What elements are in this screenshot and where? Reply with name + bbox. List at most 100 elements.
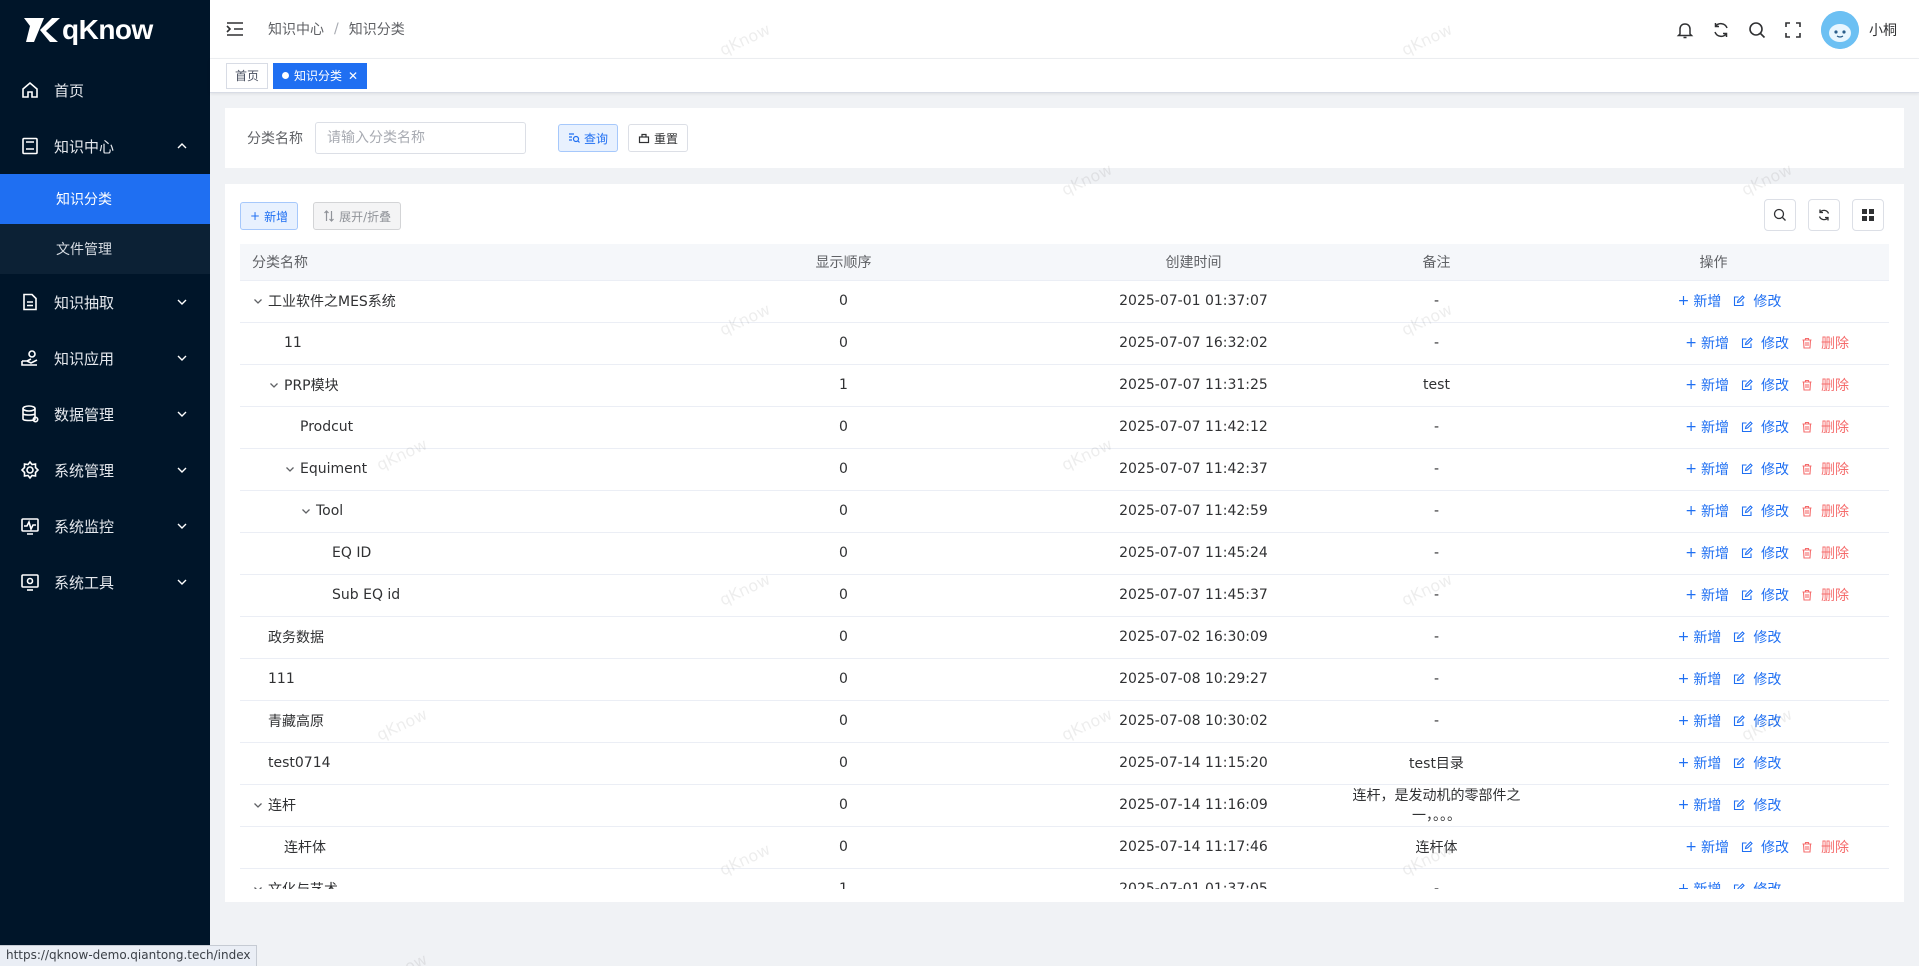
category-name-input[interactable] — [315, 122, 526, 154]
table-row[interactable]: Tool 0 2025-07-07 11:42:59 - + 新增 修改 删除 — [240, 490, 1889, 533]
display-order: 0 — [839, 629, 848, 645]
row-add-button[interactable]: +新增 — [1685, 375, 1729, 395]
row-add-button[interactable]: +新增 — [1685, 543, 1729, 563]
sidebar-item-file-management[interactable]: 文件管理 — [0, 224, 210, 274]
remark: - — [1433, 503, 1440, 519]
sidebar-item-knowledge-app[interactable]: 知识应用 — [0, 330, 210, 386]
row-add-button[interactable]: +新增 — [1685, 333, 1729, 353]
row-delete-button[interactable]: 删除 — [1801, 417, 1849, 437]
column-header-name: 分类名称 — [240, 244, 635, 281]
refresh-icon[interactable] — [1711, 20, 1731, 40]
row-add-button[interactable]: +新增 — [1678, 795, 1722, 815]
row-delete-button[interactable]: 删除 — [1801, 333, 1849, 353]
row-edit-button[interactable]: 修改 — [1733, 879, 1781, 889]
created-time: 2025-07-08 10:30:02 — [1119, 713, 1268, 729]
username[interactable]: 小桐 — [1869, 20, 1897, 40]
add-button[interactable]: + 新增 — [240, 202, 299, 230]
expand-caret-icon[interactable] — [268, 379, 284, 391]
tag-knowledge-category[interactable]: 知识分类 ✕ — [273, 62, 368, 89]
query-button[interactable]: 查询 — [558, 124, 619, 152]
table-row[interactable]: Sub EQ id 0 2025-07-07 11:45:37 - + 新增 修改… — [240, 574, 1889, 617]
expand-caret-icon[interactable] — [300, 505, 316, 517]
row-edit-button[interactable]: 修改 — [1733, 711, 1781, 731]
row-delete-button[interactable]: 删除 — [1801, 459, 1849, 479]
row-add-button[interactable]: +新增 — [1685, 585, 1729, 605]
row-edit-button[interactable]: 修改 — [1741, 333, 1789, 353]
op-label: 删除 — [1821, 420, 1849, 436]
row-edit-button[interactable]: 修改 — [1741, 417, 1789, 437]
table-row[interactable]: 工业软件之MES系统 0 2025-07-01 01:37:07 - + 新增 修… — [240, 280, 1889, 323]
expand-caret-icon[interactable] — [252, 883, 268, 889]
expand-caret-icon[interactable] — [252, 799, 268, 811]
row-delete-button[interactable]: 删除 — [1801, 585, 1849, 605]
column-header-order: 显示顺序 — [635, 244, 1052, 281]
sidebar-item-system-tools[interactable]: 系统工具 — [0, 554, 210, 610]
breadcrumb-item[interactable]: 知识中心 — [268, 19, 324, 39]
table-row[interactable]: Prodcut 0 2025-07-07 11:42:12 - + 新增 修改 删… — [240, 406, 1889, 449]
sidebar-item-data-management[interactable]: 数据管理 — [0, 386, 210, 442]
expand-caret-icon[interactable] — [252, 295, 268, 307]
expand-collapse-button[interactable]: 展开/折叠 — [313, 202, 402, 230]
toggle-search-button[interactable] — [1764, 199, 1796, 231]
row-edit-button[interactable]: 修改 — [1741, 543, 1789, 563]
expand-caret-icon[interactable] — [284, 463, 300, 475]
refresh-button[interactable] — [1808, 199, 1840, 231]
table-row[interactable]: 111 0 2025-07-08 10:29:27 - + 新增 修改 — [240, 658, 1889, 701]
row-add-button[interactable]: +新增 — [1678, 711, 1722, 731]
row-add-button[interactable]: +新增 — [1678, 669, 1722, 689]
table-row[interactable]: test0714 0 2025-07-14 11:15:20 test目录 + 新… — [240, 742, 1889, 785]
sidebar-item-home[interactable]: 首页 — [0, 62, 210, 118]
sidebar-item-knowledge-extract[interactable]: 知识抽取 — [0, 274, 210, 330]
table-row[interactable]: 连杆 0 2025-07-14 11:16:09 连杆，是发动机的零部件之一，。… — [240, 784, 1889, 827]
table-row[interactable]: EQ ID 0 2025-07-07 11:45:24 - + 新增 修改 删除 — [240, 532, 1889, 575]
row-edit-button[interactable]: 修改 — [1741, 375, 1789, 395]
sidebar-toggle-icon[interactable] — [224, 18, 246, 40]
table-row[interactable]: Equiment 0 2025-07-07 11:42:37 - + 新增 修改 … — [240, 448, 1889, 491]
row-edit-button[interactable]: 修改 — [1741, 459, 1789, 479]
table-row[interactable]: 政务数据 0 2025-07-02 16:30:09 - + 新增 修改 — [240, 616, 1889, 659]
chevron-down-icon — [177, 355, 187, 361]
row-edit-button[interactable]: 修改 — [1741, 585, 1789, 605]
row-add-button[interactable]: +新增 — [1678, 627, 1722, 647]
table-row[interactable]: PRP模块 1 2025-07-07 11:31:25 test + 新增 修改 … — [240, 364, 1889, 407]
row-delete-button[interactable]: 删除 — [1801, 837, 1849, 857]
chevron-down-icon — [177, 467, 187, 473]
row-delete-button[interactable]: 删除 — [1801, 375, 1849, 395]
row-add-button[interactable]: +新增 — [1685, 501, 1729, 521]
row-delete-button[interactable]: 删除 — [1801, 543, 1849, 563]
fullscreen-icon[interactable] — [1783, 20, 1803, 40]
reset-button[interactable]: 重置 — [628, 124, 689, 152]
sidebar-item-knowledge-center[interactable]: 知识中心 — [0, 118, 210, 174]
tag-home[interactable]: 首页 — [226, 62, 269, 89]
row-add-button[interactable]: +新增 — [1678, 879, 1722, 889]
row-edit-button[interactable]: 修改 — [1733, 795, 1781, 815]
bell-icon[interactable] — [1675, 20, 1695, 40]
logo[interactable]: qKnow — [0, 0, 210, 60]
table-row[interactable]: 连杆体 0 2025-07-14 11:17:46 连杆体 + 新增 修改 删除 — [240, 826, 1889, 869]
close-icon[interactable]: ✕ — [348, 64, 358, 88]
search-icon[interactable] — [1747, 20, 1767, 40]
display-order: 0 — [839, 293, 848, 309]
row-edit-button[interactable]: 修改 — [1733, 627, 1781, 647]
table-row[interactable]: 青藏高原 0 2025-07-08 10:30:02 - + 新增 修改 — [240, 700, 1889, 743]
sidebar-item-knowledge-category[interactable]: 知识分类 — [0, 174, 210, 224]
table-row[interactable]: 文化与艺术 1 2025-07-01 01:37:05 - +新增 修改 — [240, 868, 1889, 889]
table-row[interactable]: 11 0 2025-07-07 16:32:02 - + 新增 修改 删除 — [240, 322, 1889, 365]
row-edit-button[interactable]: 修改 — [1741, 837, 1789, 857]
display-order: 0 — [839, 839, 848, 855]
row-edit-button[interactable]: 修改 — [1733, 753, 1781, 773]
sidebar-item-system-monitor[interactable]: 系统监控 — [0, 498, 210, 554]
row-delete-button[interactable]: 删除 — [1801, 501, 1849, 521]
row-add-button[interactable]: +新增 — [1678, 291, 1722, 311]
column-settings-button[interactable] — [1852, 199, 1884, 231]
row-edit-button[interactable]: 修改 — [1733, 669, 1781, 689]
avatar[interactable] — [1821, 10, 1859, 49]
row-edit-button[interactable]: 修改 — [1741, 501, 1789, 521]
row-add-button[interactable]: +新增 — [1678, 753, 1722, 773]
row-add-button[interactable]: +新增 — [1685, 417, 1729, 437]
sidebar-item-system-management[interactable]: 系统管理 — [0, 442, 210, 498]
row-edit-button[interactable]: 修改 — [1733, 291, 1781, 311]
tool-icon — [20, 572, 40, 592]
row-add-button[interactable]: +新增 — [1685, 837, 1729, 857]
row-add-button[interactable]: +新增 — [1685, 459, 1729, 479]
